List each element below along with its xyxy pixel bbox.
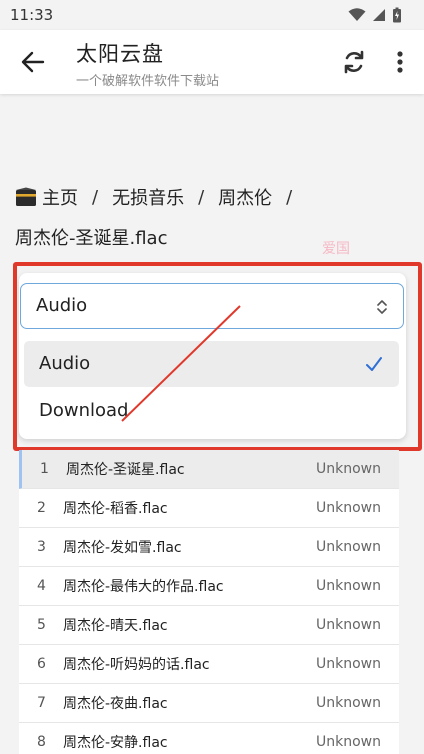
- file-row[interactable]: 8 周杰伦-安静.flac Unknown: [19, 723, 399, 754]
- row-size: Unknown: [316, 656, 381, 672]
- breadcrumb-separator: /: [198, 186, 205, 208]
- refresh-icon[interactable]: [340, 48, 368, 76]
- row-size: Unknown: [316, 500, 381, 516]
- row-filename: 周杰伦-最伟大的作品.flac: [63, 579, 224, 595]
- row-filename: 周杰伦-晴天.flac: [63, 618, 168, 634]
- row-filename: 周杰伦-稻香.flac: [63, 501, 168, 517]
- row-number: 5: [37, 617, 46, 633]
- file-row[interactable]: 3 周杰伦-发如雪.flac Unknown: [19, 528, 399, 567]
- file-row[interactable]: 6 周杰伦-听妈妈的话.flac Unknown: [19, 645, 399, 684]
- row-number: 8: [37, 734, 46, 750]
- row-filename: 周杰伦-安静.flac: [63, 735, 168, 751]
- row-number: 6: [37, 656, 46, 672]
- row-size: Unknown: [316, 461, 381, 477]
- file-row[interactable]: 4 周杰伦-最伟大的作品.flac Unknown: [19, 567, 399, 606]
- app-subtitle: 一个破解软件软件下载站: [76, 74, 220, 89]
- row-filename: 周杰伦-圣诞星.flac: [66, 462, 185, 478]
- home-kaaba-icon: [16, 187, 36, 206]
- breadcrumb: 主页 / 无损音乐 / 周杰伦 /: [15, 184, 306, 210]
- app-title: 太阳云盘: [76, 42, 164, 66]
- status-icons: [348, 7, 402, 23]
- file-row[interactable]: 5 周杰伦-晴天.flac Unknown: [19, 606, 399, 645]
- screen: 11:33 太阳云盘 一个破解软件软件下载站 主页 / 无损音乐 / 周杰伦 /…: [0, 0, 424, 754]
- breadcrumb-lossless-music[interactable]: 无损音乐: [112, 184, 184, 210]
- file-row[interactable]: 7 周杰伦-夜曲.flac Unknown: [19, 684, 399, 723]
- row-number: 3: [37, 539, 46, 555]
- row-size: Unknown: [316, 539, 381, 555]
- file-row[interactable]: 2 周杰伦-稻香.flac Unknown: [19, 489, 399, 528]
- row-size: Unknown: [316, 695, 381, 711]
- row-size: Unknown: [316, 617, 381, 633]
- row-filename: 周杰伦-发如雪.flac: [63, 540, 182, 556]
- row-size: Unknown: [316, 578, 381, 594]
- row-number: 1: [40, 461, 49, 477]
- row-number: 4: [37, 578, 46, 594]
- breadcrumb-separator: /: [286, 186, 293, 208]
- breadcrumb-home[interactable]: 主页: [42, 184, 78, 210]
- annotation-highlight-box: [13, 262, 422, 451]
- wifi-icon: [348, 8, 366, 21]
- file-list: 1 周杰伦-圣诞星.flac Unknown 2 周杰伦-稻香.flac Unk…: [19, 450, 399, 754]
- back-arrow-icon[interactable]: [20, 49, 46, 75]
- more-vert-icon[interactable]: [388, 48, 412, 76]
- breadcrumb-jay-chou[interactable]: 周杰伦: [218, 184, 272, 210]
- status-time: 11:33: [10, 6, 54, 24]
- signal-icon: [373, 9, 385, 21]
- status-bar: 11:33: [0, 0, 424, 30]
- row-number: 7: [37, 695, 46, 711]
- row-filename: 周杰伦-夜曲.flac: [63, 696, 168, 712]
- battery-icon: [393, 7, 401, 23]
- watermark: 爱国: [322, 241, 350, 257]
- app-bar: 太阳云盘 一个破解软件软件下载站: [0, 30, 424, 94]
- row-filename: 周杰伦-听妈妈的话.flac: [63, 657, 210, 673]
- current-file-title: 周杰伦-圣诞星.flac: [15, 228, 168, 249]
- row-number: 2: [37, 500, 46, 516]
- row-size: Unknown: [316, 734, 381, 750]
- breadcrumb-separator: /: [92, 186, 99, 208]
- file-row[interactable]: 1 周杰伦-圣诞星.flac Unknown: [19, 450, 399, 489]
